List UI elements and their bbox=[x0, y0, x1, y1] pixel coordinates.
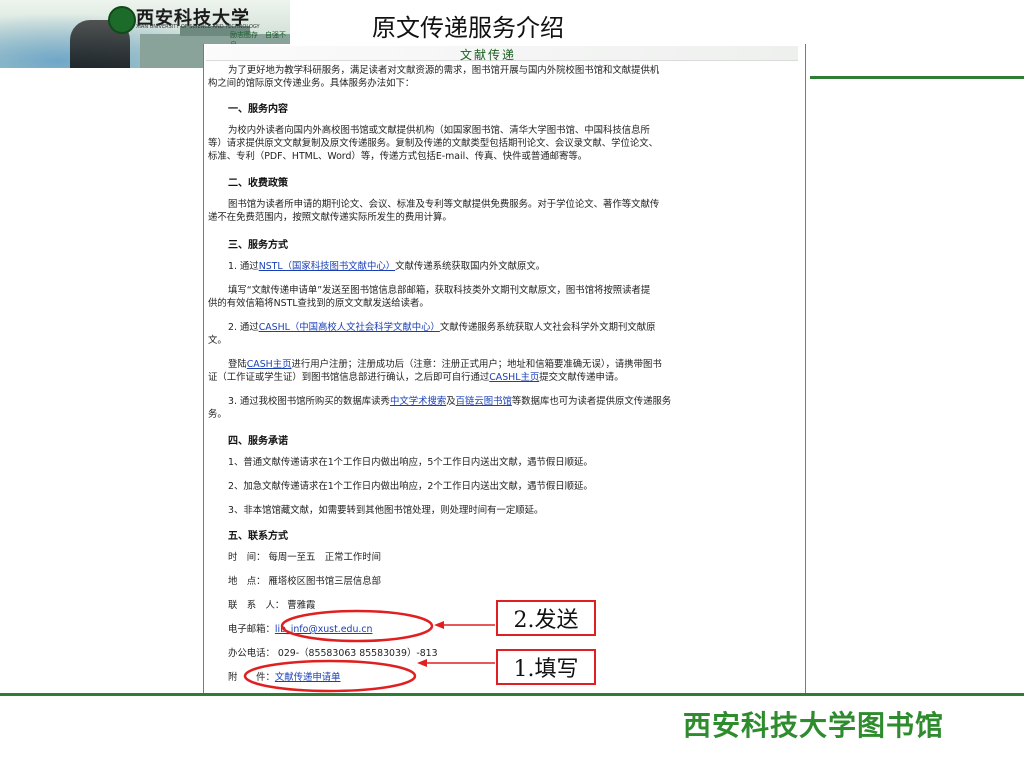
send-callout: 2.发送 bbox=[496, 600, 596, 636]
email-highlight-ellipse bbox=[280, 609, 434, 643]
fill-callout: 1.填写 bbox=[496, 649, 596, 685]
bottom-green-rule bbox=[0, 693, 1024, 696]
library-name-footer: 西安科技大学图书馆 bbox=[683, 709, 945, 742]
fill-arrow-head bbox=[417, 659, 427, 667]
attachment-highlight-ellipse bbox=[243, 659, 417, 693]
send-arrow-head bbox=[434, 621, 444, 629]
